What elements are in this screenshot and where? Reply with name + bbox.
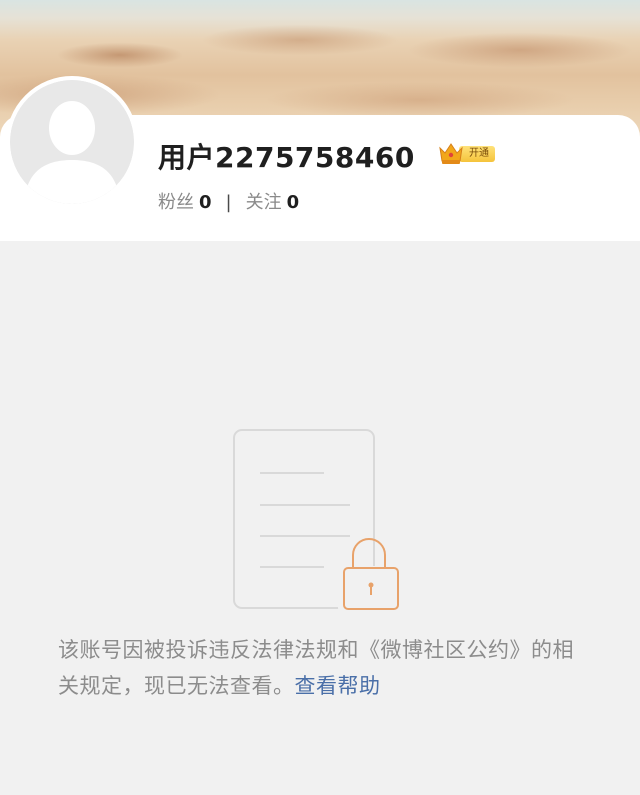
follow-count: 0 <box>286 192 300 213</box>
username: 用户2275758460 <box>158 141 415 174</box>
default-avatar-icon <box>10 80 134 204</box>
avatar[interactable] <box>6 76 138 208</box>
fans-count: 0 <box>199 192 212 213</box>
follow-label: 关注 <box>245 192 282 213</box>
fans-stat[interactable]: 粉丝 0 <box>158 192 212 213</box>
follow-stat[interactable]: 关注 0 <box>246 192 300 213</box>
vip-open-badge[interactable]: 开通 <box>437 140 501 166</box>
stats-separator: | <box>225 192 232 213</box>
locked-document-icon <box>233 429 400 612</box>
fans-label: 粉丝 <box>158 192 194 213</box>
follow-stats: 粉丝 0 | 关注 0 <box>158 188 299 214</box>
help-link[interactable]: 查看帮助 <box>295 674 381 698</box>
blocked-notice: 该账号因被投诉违反法律法规和《微博社区公约》的相关规定，现已无法查看。查看帮助 <box>58 632 588 704</box>
crown-icon <box>439 143 463 164</box>
